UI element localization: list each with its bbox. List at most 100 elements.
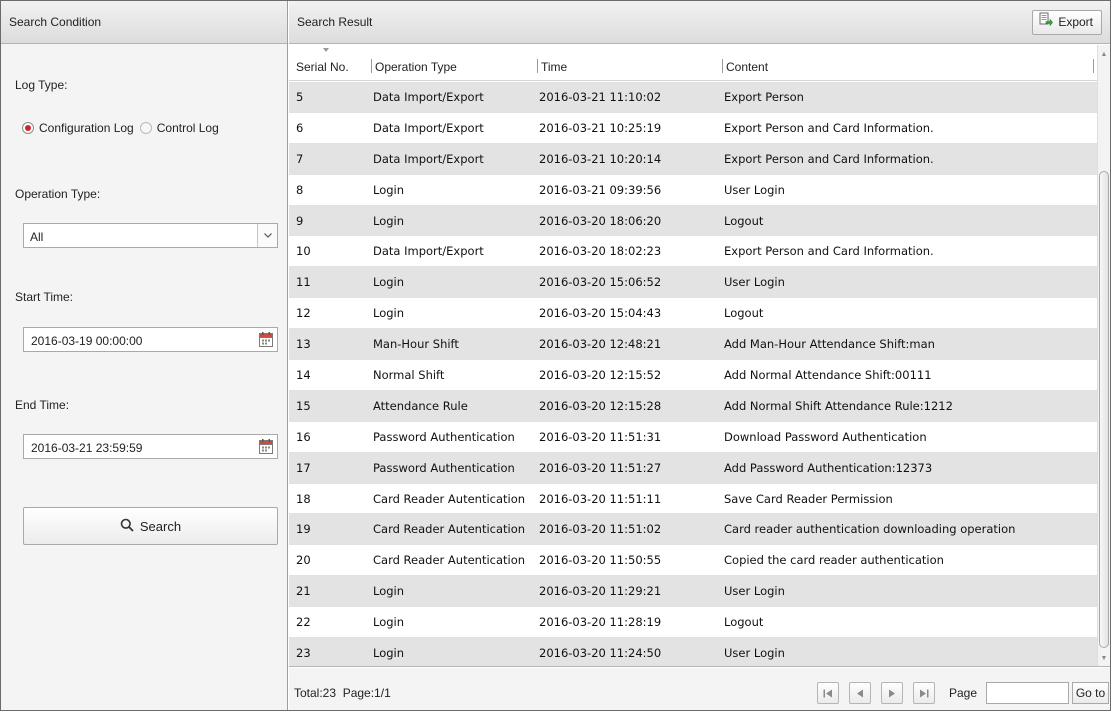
time-cell: 2016-03-20 11:29:21 (539, 584, 662, 599)
content-cell: Export Person and Card Information. (724, 120, 934, 135)
time-cell: 2016-03-20 11:24:50 (539, 646, 662, 661)
last-page-icon[interactable] (913, 682, 935, 704)
table-row[interactable]: 15 Attendance Rule 2016-03-20 12:15:28 Add … (289, 390, 1097, 422)
time-cell: 2016-03-20 12:48:21 (539, 337, 662, 352)
start-time-field[interactable]: 2016-03-19 00:00:00 (23, 327, 278, 352)
operation-type-cell: Data Import/Export (373, 244, 484, 259)
start-time-label: Start Time: (15, 290, 74, 304)
operation-type-cell: Login (373, 213, 405, 228)
table-row[interactable]: 21 Login 2016-03-20 11:29:21 User Login (289, 576, 1097, 608)
search-button[interactable]: Search (23, 507, 278, 545)
time-cell: 2016-03-20 11:51:27 (539, 460, 662, 475)
content-cell: Add Password Authentication:12373 (724, 460, 933, 475)
time-cell: 2016-03-20 11:51:02 (539, 522, 662, 537)
operation-type-select[interactable]: All (23, 223, 278, 248)
first-page-icon[interactable] (817, 682, 839, 704)
time-cell: 2016-03-21 09:39:56 (539, 182, 662, 197)
vertical-scrollbar[interactable]: ▲ ▼ (1097, 45, 1110, 666)
log-search-window: Search Condition Log Type: Configuration… (0, 0, 1111, 711)
table-row[interactable]: 14 Normal Shift 2016-03-20 12:15:52 Add Nor… (289, 360, 1097, 391)
table-row[interactable]: 7 Data Import/Export 2016-03-21 10:20:14 Ex… (289, 143, 1097, 175)
table-row[interactable]: 6 Data Import/Export 2016-03-21 10:25:19 Ex… (289, 113, 1097, 144)
column-header-operation-type[interactable]: Operation Type (371, 45, 457, 81)
column-header-time[interactable]: Time (536, 45, 567, 81)
operation-type-cell: Card Reader Autentication (373, 553, 526, 568)
operation-type-value: All (30, 230, 44, 244)
operation-type-cell: Login (373, 182, 405, 197)
table-row[interactable]: 22 Login 2016-03-20 11:28:19 Logout (289, 607, 1097, 639)
end-time-field[interactable]: 2016-03-21 23:59:59 (23, 434, 278, 459)
scrollbar-thumb[interactable] (1099, 171, 1109, 648)
start-time-value: 2016-03-19 00:00:00 (31, 334, 143, 348)
serial-no-cell: 14 (296, 368, 311, 383)
time-cell: 2016-03-20 18:02:23 (539, 244, 662, 259)
chevron-down-icon[interactable] (257, 224, 277, 247)
table-row[interactable]: 8 Login 2016-03-21 09:39:56 User Login (289, 175, 1097, 206)
time-cell: 2016-03-20 11:28:19 (539, 615, 662, 630)
content-cell: Add Normal Shift Attendance Rule:1212 (724, 398, 953, 413)
export-icon (1039, 11, 1058, 34)
content-cell: Add Normal Attendance Shift:00111 (724, 368, 932, 383)
end-time-label: End Time: (15, 398, 70, 412)
time-cell: 2016-03-20 15:04:43 (539, 306, 662, 321)
table-row[interactable]: 5 Data Import/Export 2016-03-21 11:10:02 Ex… (289, 82, 1097, 113)
operation-type-cell: Login (373, 584, 405, 599)
scroll-down-icon[interactable]: ▼ (1098, 651, 1110, 665)
total-page-info: Total:23 Page:1/1 (294, 686, 391, 700)
table-row[interactable]: 11 Login 2016-03-20 15:06:52 User Login (289, 267, 1097, 299)
export-button[interactable]: Export (1032, 10, 1102, 35)
go-to-button[interactable]: Go to (1072, 682, 1109, 704)
serial-no-cell: 9 (296, 213, 304, 228)
table-row[interactable]: 13 Man-Hour Shift 2016-03-20 12:48:21 Add M… (289, 329, 1097, 361)
time-cell: 2016-03-20 18:06:20 (539, 213, 662, 228)
column-header-content[interactable]: Content (721, 45, 768, 81)
serial-no-cell: 21 (296, 584, 311, 599)
calendar-icon[interactable] (259, 332, 273, 347)
serial-no-cell: 22 (296, 615, 311, 630)
table-row[interactable]: 16 Password Authentication 2016-03-20 11:5… (289, 422, 1097, 453)
content-cell: User Login (724, 584, 785, 599)
previous-page-icon[interactable] (849, 682, 871, 704)
table-row[interactable]: 10 Data Import/Export 2016-03-20 18:02:23 E… (289, 236, 1097, 268)
content-cell: Add Man-Hour Attendance Shift:man (724, 337, 935, 352)
table-row[interactable]: 19 Card Reader Autentication 2016-03-20 11… (289, 514, 1097, 546)
next-page-icon[interactable] (881, 682, 903, 704)
serial-no-cell: 15 (296, 398, 311, 413)
search-button-label: Search (139, 518, 182, 534)
log-type-label: Log Type: (15, 78, 68, 92)
page-number-input[interactable] (986, 682, 1069, 704)
operation-type-cell: Password Authentication (373, 460, 515, 475)
scroll-up-icon[interactable]: ▲ (1098, 47, 1110, 61)
control-log-label[interactable]: Control Log (157, 121, 219, 135)
serial-no-cell: 18 (296, 491, 311, 506)
operation-type-cell: Login (373, 275, 405, 290)
time-cell: 2016-03-21 11:10:02 (539, 90, 662, 104)
table-row[interactable]: 17 Password Authentication 2016-03-20 11:5… (289, 452, 1097, 484)
content-cell: Download Password Authentication (724, 429, 927, 444)
operation-type-cell: Attendance Rule (373, 398, 468, 413)
table-row[interactable]: 12 Login 2016-03-20 15:04:43 Logout (289, 298, 1097, 330)
serial-no-cell: 23 (296, 646, 311, 661)
operation-type-cell: Man-Hour Shift (373, 337, 459, 352)
content-cell: Logout (724, 306, 764, 321)
serial-no-cell: 8 (296, 182, 304, 197)
configuration-log-radio[interactable] (22, 122, 34, 134)
operation-type-cell: Data Import/Export (373, 90, 484, 104)
content-cell: Save Card Reader Permission (724, 491, 893, 506)
table-row[interactable]: 20 Card Reader Autentication 2016-03-20 11… (289, 545, 1097, 577)
control-log-radio[interactable] (139, 122, 152, 134)
time-cell: 2016-03-20 15:06:52 (539, 275, 662, 290)
content-cell: User Login (724, 275, 785, 290)
content-cell: Logout (724, 213, 764, 228)
column-header-serial-no[interactable]: Serial No. (296, 45, 349, 81)
content-cell: Card reader authentication downloading o… (724, 522, 1016, 537)
table-row[interactable]: 23 Login 2016-03-20 11:24:50 User Login (289, 638, 1097, 666)
search-result-panel: Search Result Export Serial No. Operatio… (289, 1, 1110, 710)
table-row[interactable]: 18 Card Reader Autentication 2016-03-20 11… (289, 484, 1097, 515)
operation-type-label: Operation Type: (15, 187, 101, 201)
calendar-icon[interactable] (259, 439, 273, 454)
operation-type-cell: Login (373, 615, 405, 630)
column-divider[interactable] (1093, 59, 1094, 73)
table-row[interactable]: 9 Login 2016-03-20 18:06:20 Logout (289, 205, 1097, 237)
configuration-log-label[interactable]: Configuration Log (39, 121, 134, 135)
